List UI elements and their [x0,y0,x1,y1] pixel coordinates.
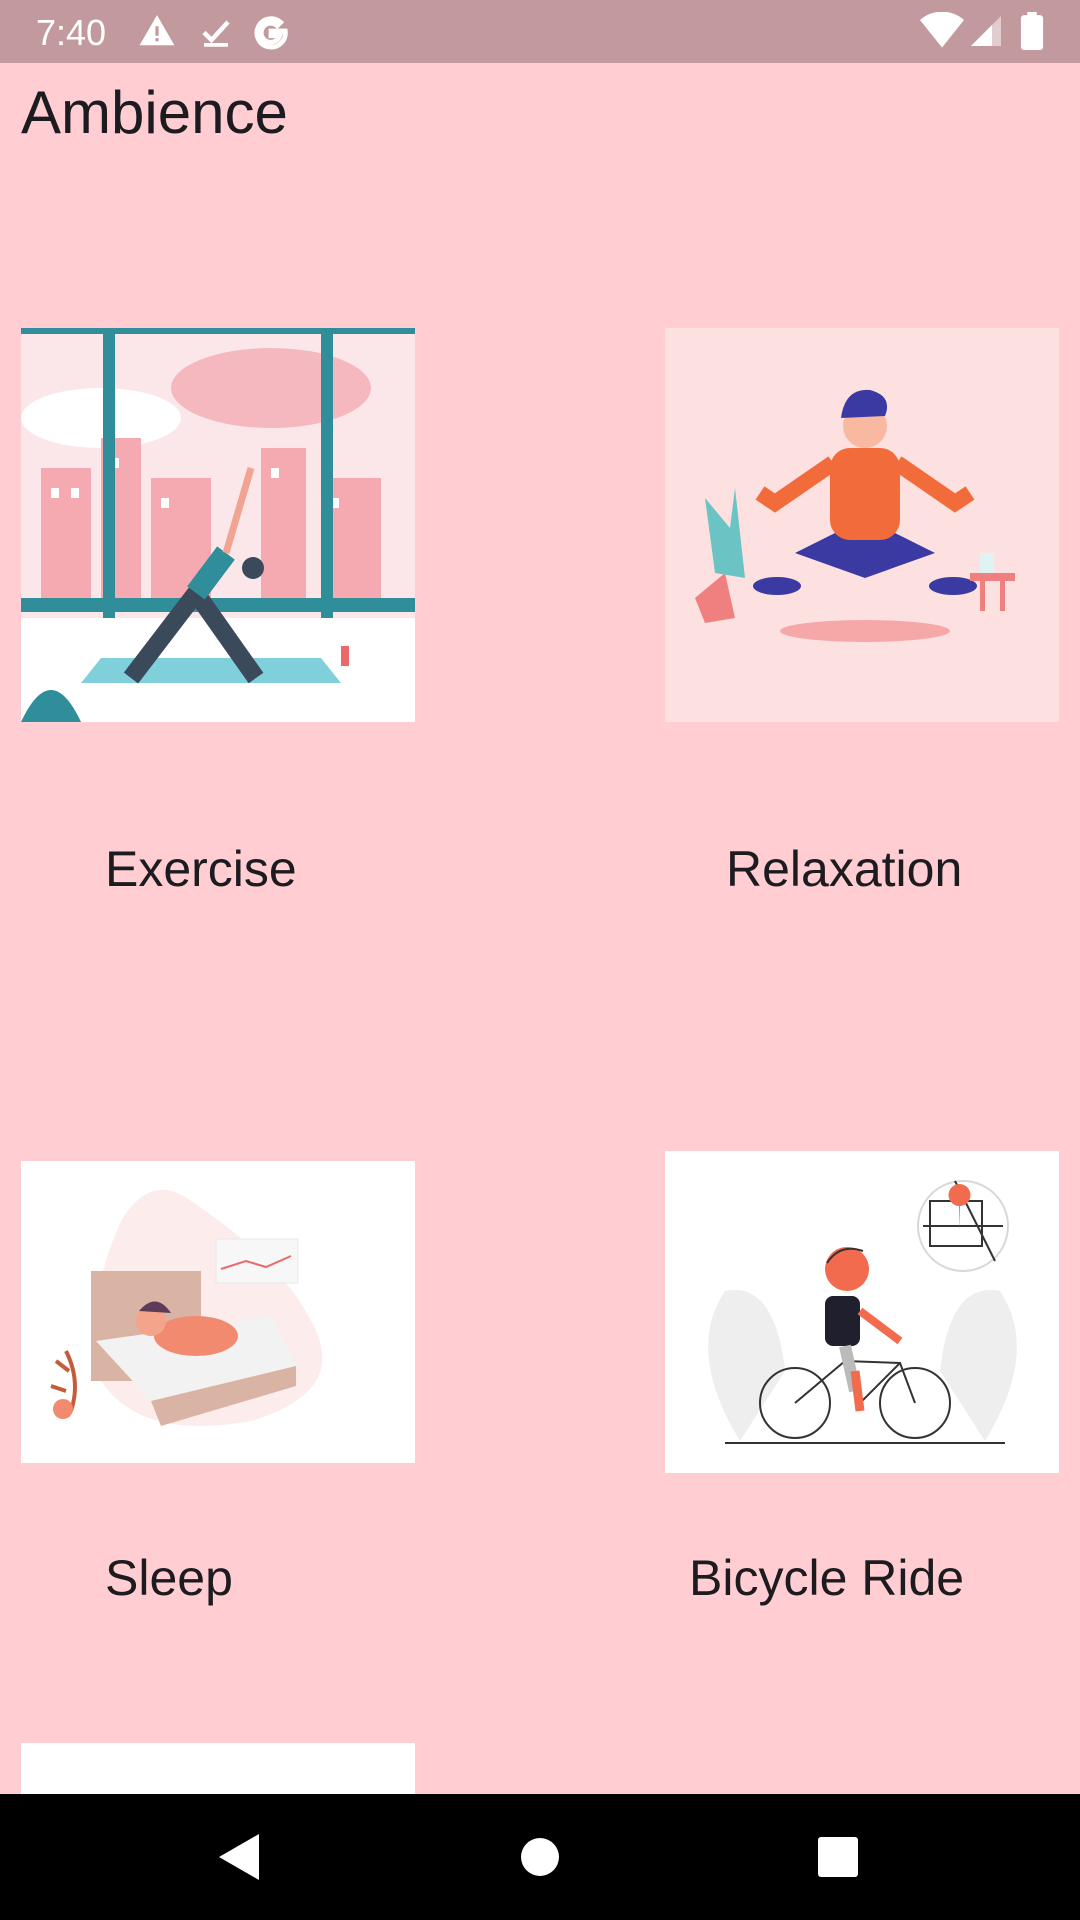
battery-icon [1020,12,1044,50]
sleep-image[interactable] [21,1161,415,1463]
home-icon[interactable] [505,1822,575,1892]
status-bar: 7:40 [0,0,1080,63]
download-done-icon [202,20,230,47]
card-label-exercise[interactable]: Exercise [105,840,297,898]
exercise-image[interactable] [21,328,415,722]
bicycle-ride-image[interactable] [665,1151,1059,1473]
page-title: Ambience [21,79,288,146]
recents-icon[interactable] [803,1822,873,1892]
signal-icon [971,16,1001,46]
partial-card-image[interactable] [21,1743,415,1794]
relaxation-image[interactable] [665,328,1059,722]
navigation-bar [0,1794,1080,1920]
back-icon[interactable] [205,1822,275,1892]
alert-icon [139,15,175,46]
google-icon [254,16,288,50]
card-label-relaxation[interactable]: Relaxation [726,840,962,898]
card-label-bicycle-ride[interactable]: Bicycle Ride [689,1549,964,1607]
status-time: 7:40 [36,12,107,53]
wifi-icon [920,12,964,48]
card-label-sleep[interactable]: Sleep [105,1549,233,1607]
